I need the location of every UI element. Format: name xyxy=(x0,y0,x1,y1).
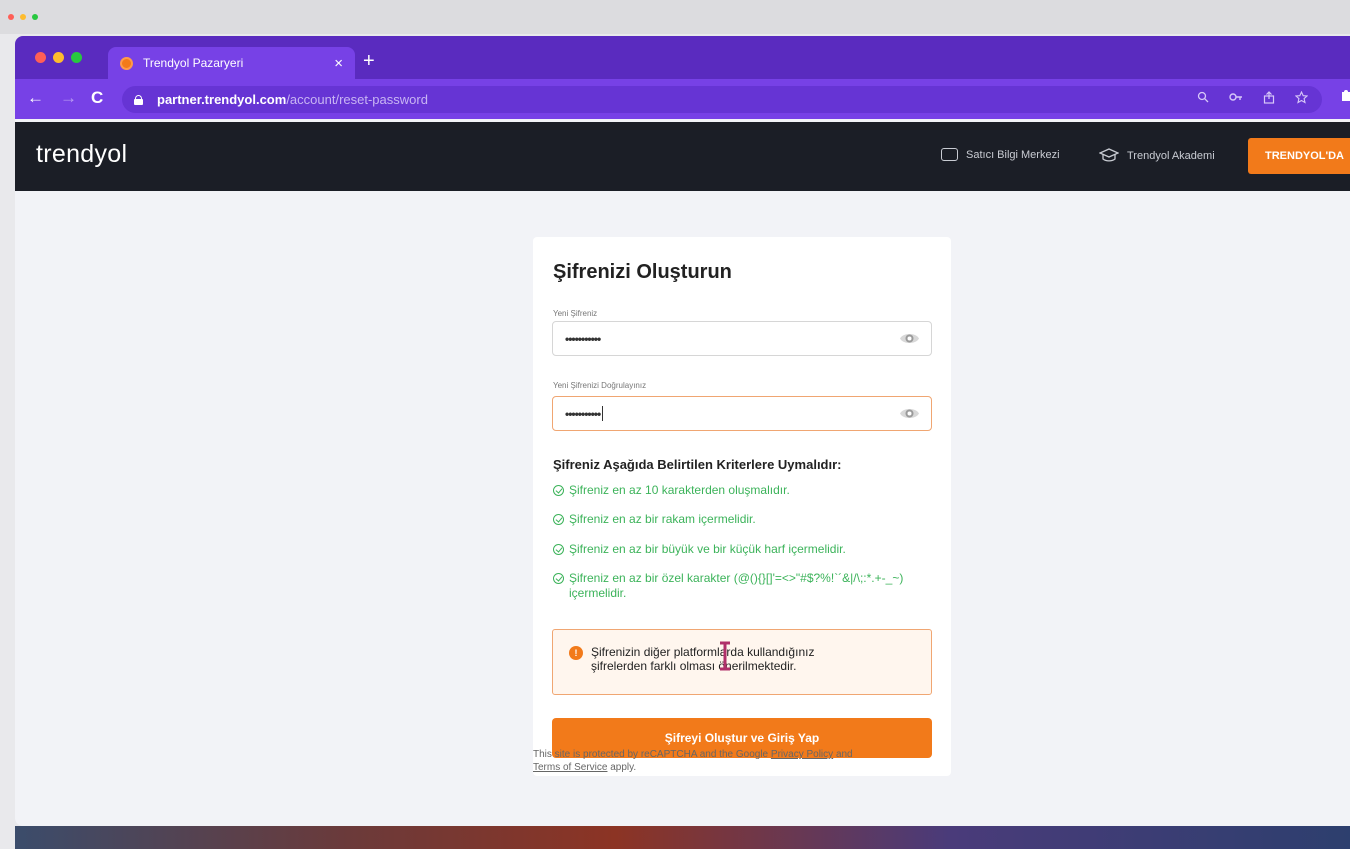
forward-button[interactable]: → xyxy=(60,88,77,108)
window-controls[interactable] xyxy=(35,52,82,63)
recaptcha-suffix: apply. xyxy=(610,762,637,773)
address-bar: ← → C partner.trendyol.com /account/rese… xyxy=(15,79,1350,119)
close-window-icon[interactable] xyxy=(35,52,46,63)
check-circle-icon xyxy=(553,514,564,525)
criterion-text: Şifreniz en az bir rakam içermelidir. xyxy=(569,512,756,526)
criterion-item: Şifreniz en az bir büyük ve bir küçük ha… xyxy=(553,542,846,557)
criterion-item: Şifreniz en az 10 karakterden oluşmalıdı… xyxy=(553,483,790,498)
text-caret xyxy=(602,406,604,421)
desktop-background xyxy=(15,826,1350,849)
tab-trendyol-pazaryeri[interactable]: Trendyol Pazaryeri × xyxy=(108,47,355,79)
new-password-value: ••••••••••• xyxy=(565,331,601,346)
maximize-dot-icon[interactable] xyxy=(32,14,38,20)
criterion-text: Şifreniz en az 10 karakterden oluşmalıdı… xyxy=(569,483,790,497)
seller-info-center-label: Satıcı Bilgi Merkezi xyxy=(966,148,1060,161)
url-path: /account/reset-password xyxy=(286,92,428,107)
page-title: Şifrenizi Oluşturun xyxy=(553,261,732,283)
maximize-window-icon[interactable] xyxy=(71,52,82,63)
eye-icon[interactable] xyxy=(899,405,920,422)
tab-close-icon[interactable]: × xyxy=(334,55,343,72)
recaptcha-prefix: This site is protected by reCAPTCHA and … xyxy=(533,749,769,760)
minimize-window-icon[interactable] xyxy=(53,52,64,63)
reset-password-card: Şifrenizi Oluşturun Yeni Şifreniz ••••••… xyxy=(533,237,951,776)
check-circle-icon xyxy=(553,573,564,584)
warning-icon: ! xyxy=(569,646,583,660)
trendyol-academy-label: Trendyol Akademi xyxy=(1127,149,1215,162)
extension-icon[interactable] xyxy=(1340,89,1350,104)
sell-on-trendyol-button[interactable]: TRENDYOL'DA xyxy=(1248,138,1350,174)
back-button[interactable]: ← xyxy=(27,88,44,108)
trendyol-favicon-icon xyxy=(120,56,133,70)
criterion-text: Şifreniz en az bir büyük ve bir küçük ha… xyxy=(569,542,846,556)
text-cursor-icon xyxy=(720,641,730,671)
recaptcha-notice: This site is protected by reCAPTCHA and … xyxy=(533,748,953,774)
graduation-cap-icon xyxy=(1099,148,1119,162)
criteria-title: Şifreniz Aşağıda Belirtilen Kriterlere U… xyxy=(553,457,842,472)
criterion-item: Şifreniz en az bir özel karakter (@(){}[… xyxy=(553,571,909,601)
chat-icon xyxy=(941,148,958,161)
recaptcha-and: and xyxy=(835,749,853,760)
password-warning: ! Şifrenizin diğer platformlarda kulland… xyxy=(552,629,932,695)
outer-window-controls[interactable] xyxy=(8,14,38,20)
url-field[interactable]: partner.trendyol.com /account/reset-pass… xyxy=(122,86,1322,113)
reload-button[interactable]: C xyxy=(91,88,103,108)
seller-info-center-link[interactable]: Satıcı Bilgi Merkezi xyxy=(941,148,1060,161)
criterion-item: Şifreniz en az bir rakam içermelidir. xyxy=(553,512,756,527)
site-header: trendyol Satıcı Bilgi Merkezi Trendyol A… xyxy=(15,122,1350,191)
new-password-field[interactable]: ••••••••••• xyxy=(552,321,932,356)
trendyol-academy-link[interactable]: Trendyol Akademi xyxy=(1099,148,1215,163)
eye-icon[interactable] xyxy=(899,330,920,347)
lock-icon[interactable] xyxy=(134,94,143,105)
check-circle-icon xyxy=(553,544,564,555)
confirm-password-field[interactable]: ••••••••••• xyxy=(552,396,932,431)
omnibox-actions xyxy=(1197,91,1308,104)
tab-bar: Trendyol Pazaryeri × + xyxy=(15,36,1350,79)
new-tab-button[interactable]: + xyxy=(363,51,375,71)
trendyol-logo[interactable]: trendyol xyxy=(36,140,127,169)
criterion-text: Şifreniz en az bir özel karakter (@(){}[… xyxy=(569,571,904,600)
close-dot-icon[interactable] xyxy=(8,14,14,20)
minimize-dot-icon[interactable] xyxy=(20,14,26,20)
star-icon[interactable] xyxy=(1295,91,1308,104)
privacy-policy-link[interactable]: Privacy Policy xyxy=(771,749,833,760)
outer-window-titlebar xyxy=(0,0,1350,34)
browser-window: Trendyol Pazaryeri × + ← → C partner.tre… xyxy=(15,36,1350,826)
confirm-password-value: ••••••••••• xyxy=(565,406,601,421)
terms-of-service-link[interactable]: Terms of Service xyxy=(533,762,607,773)
url-host: partner.trendyol.com xyxy=(157,92,287,107)
new-password-label: Yeni Şifreniz xyxy=(553,309,598,318)
tab-title: Trendyol Pazaryeri xyxy=(143,56,244,70)
share-icon[interactable] xyxy=(1263,91,1275,104)
search-icon[interactable] xyxy=(1197,91,1209,103)
key-icon[interactable] xyxy=(1229,91,1243,103)
check-circle-icon xyxy=(553,485,564,496)
confirm-password-label: Yeni Şifrenizi Doğrulayınız xyxy=(553,381,647,390)
